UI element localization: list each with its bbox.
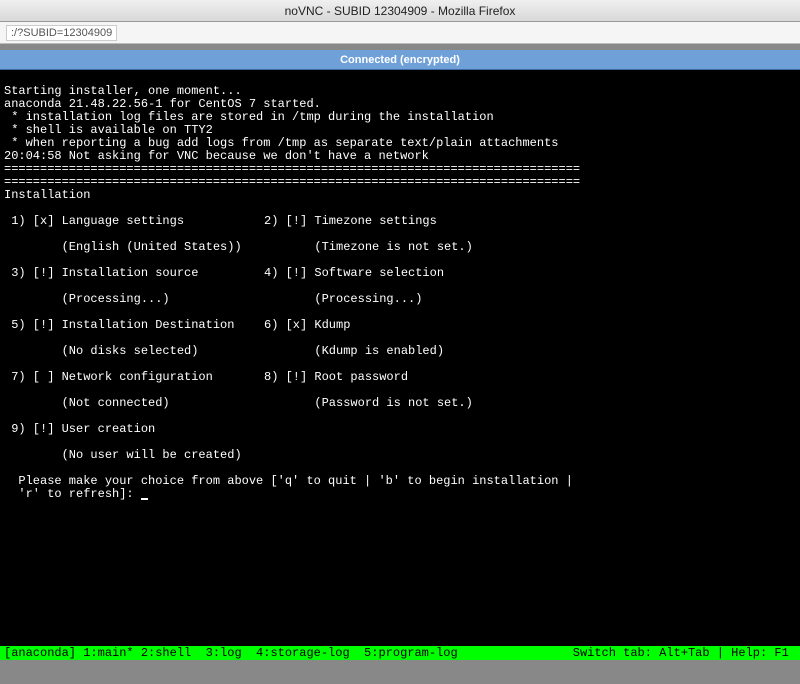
console-line: 20:04:58 Not asking for VNC because we d… [4,149,429,163]
console-line: * installation log files are stored in /… [4,110,494,124]
prompt-line: Please make your choice from above ['q' … [4,474,573,488]
console-sep: ========================================… [4,175,580,189]
window-title-bar: noVNC - SUBID 12304909 - Mozilla Firefox [0,0,800,22]
menu-item-7-sub: (Not connected) [4,397,264,410]
console-sep: ========================================… [4,162,580,176]
vnc-status-text: Connected (encrypted) [340,54,460,66]
menu-item-6: 6) [x] Kdump [264,319,350,332]
console-heading: Installation [4,188,90,202]
vnc-container: Connected (encrypted) Starting installer… [0,44,800,660]
menu-item-6-sub: (Kdump is enabled) [264,345,444,358]
prompt-line[interactable]: 'r' to refresh]: [4,487,148,501]
menu-item-2: 2) [!] Timezone settings [264,215,437,228]
menu-item-8: 8) [!] Root password [264,371,408,384]
tmux-status-bar: [anaconda] 1:main* 2:shell 3:log 4:stora… [0,646,800,660]
terminal-output[interactable]: Starting installer, one moment... anacon… [0,70,800,660]
menu-item-9: 9) [!] User creation [4,423,264,436]
vnc-status-bar: Connected (encrypted) [0,50,800,70]
console-line: Starting installer, one moment... [4,84,242,98]
menu-item-2-sub: (Timezone is not set.) [264,241,473,254]
menu-item-4: 4) [!] Software selection [264,267,444,280]
menu-item-8-sub: (Password is not set.) [264,397,473,410]
menu-item-5: 5) [!] Installation Destination [4,319,264,332]
menu-item-3: 3) [!] Installation source [4,267,264,280]
menu-item-1-sub: (English (United States)) [4,241,264,254]
console-line: * when reporting a bug add logs from /tm… [4,136,559,150]
menu-item-1: 1) [x] Language settings [4,215,264,228]
menu-item-7: 7) [ ] Network configuration [4,371,264,384]
console-line: * shell is available on TTY2 [4,123,213,137]
menu-item-3-sub: (Processing...) [4,293,264,306]
url-input[interactable]: :/?SUBID=12304909 [6,25,117,41]
menu-item-5-sub: (No disks selected) [4,345,264,358]
menu-item-4-sub: (Processing...) [264,293,422,306]
browser-url-bar: :/?SUBID=12304909 [0,22,800,44]
menu-item-9-sub: (No user will be created) [4,449,264,462]
window-title: noVNC - SUBID 12304909 - Mozilla Firefox [285,4,516,18]
cursor-icon [141,498,148,500]
tmux-tabs: [anaconda] 1:main* 2:shell 3:log 4:stora… [4,646,458,660]
console-line: anaconda 21.48.22.56-1 for CentOS 7 star… [4,97,321,111]
tmux-help: Switch tab: Alt+Tab | Help: F1 [573,646,796,660]
